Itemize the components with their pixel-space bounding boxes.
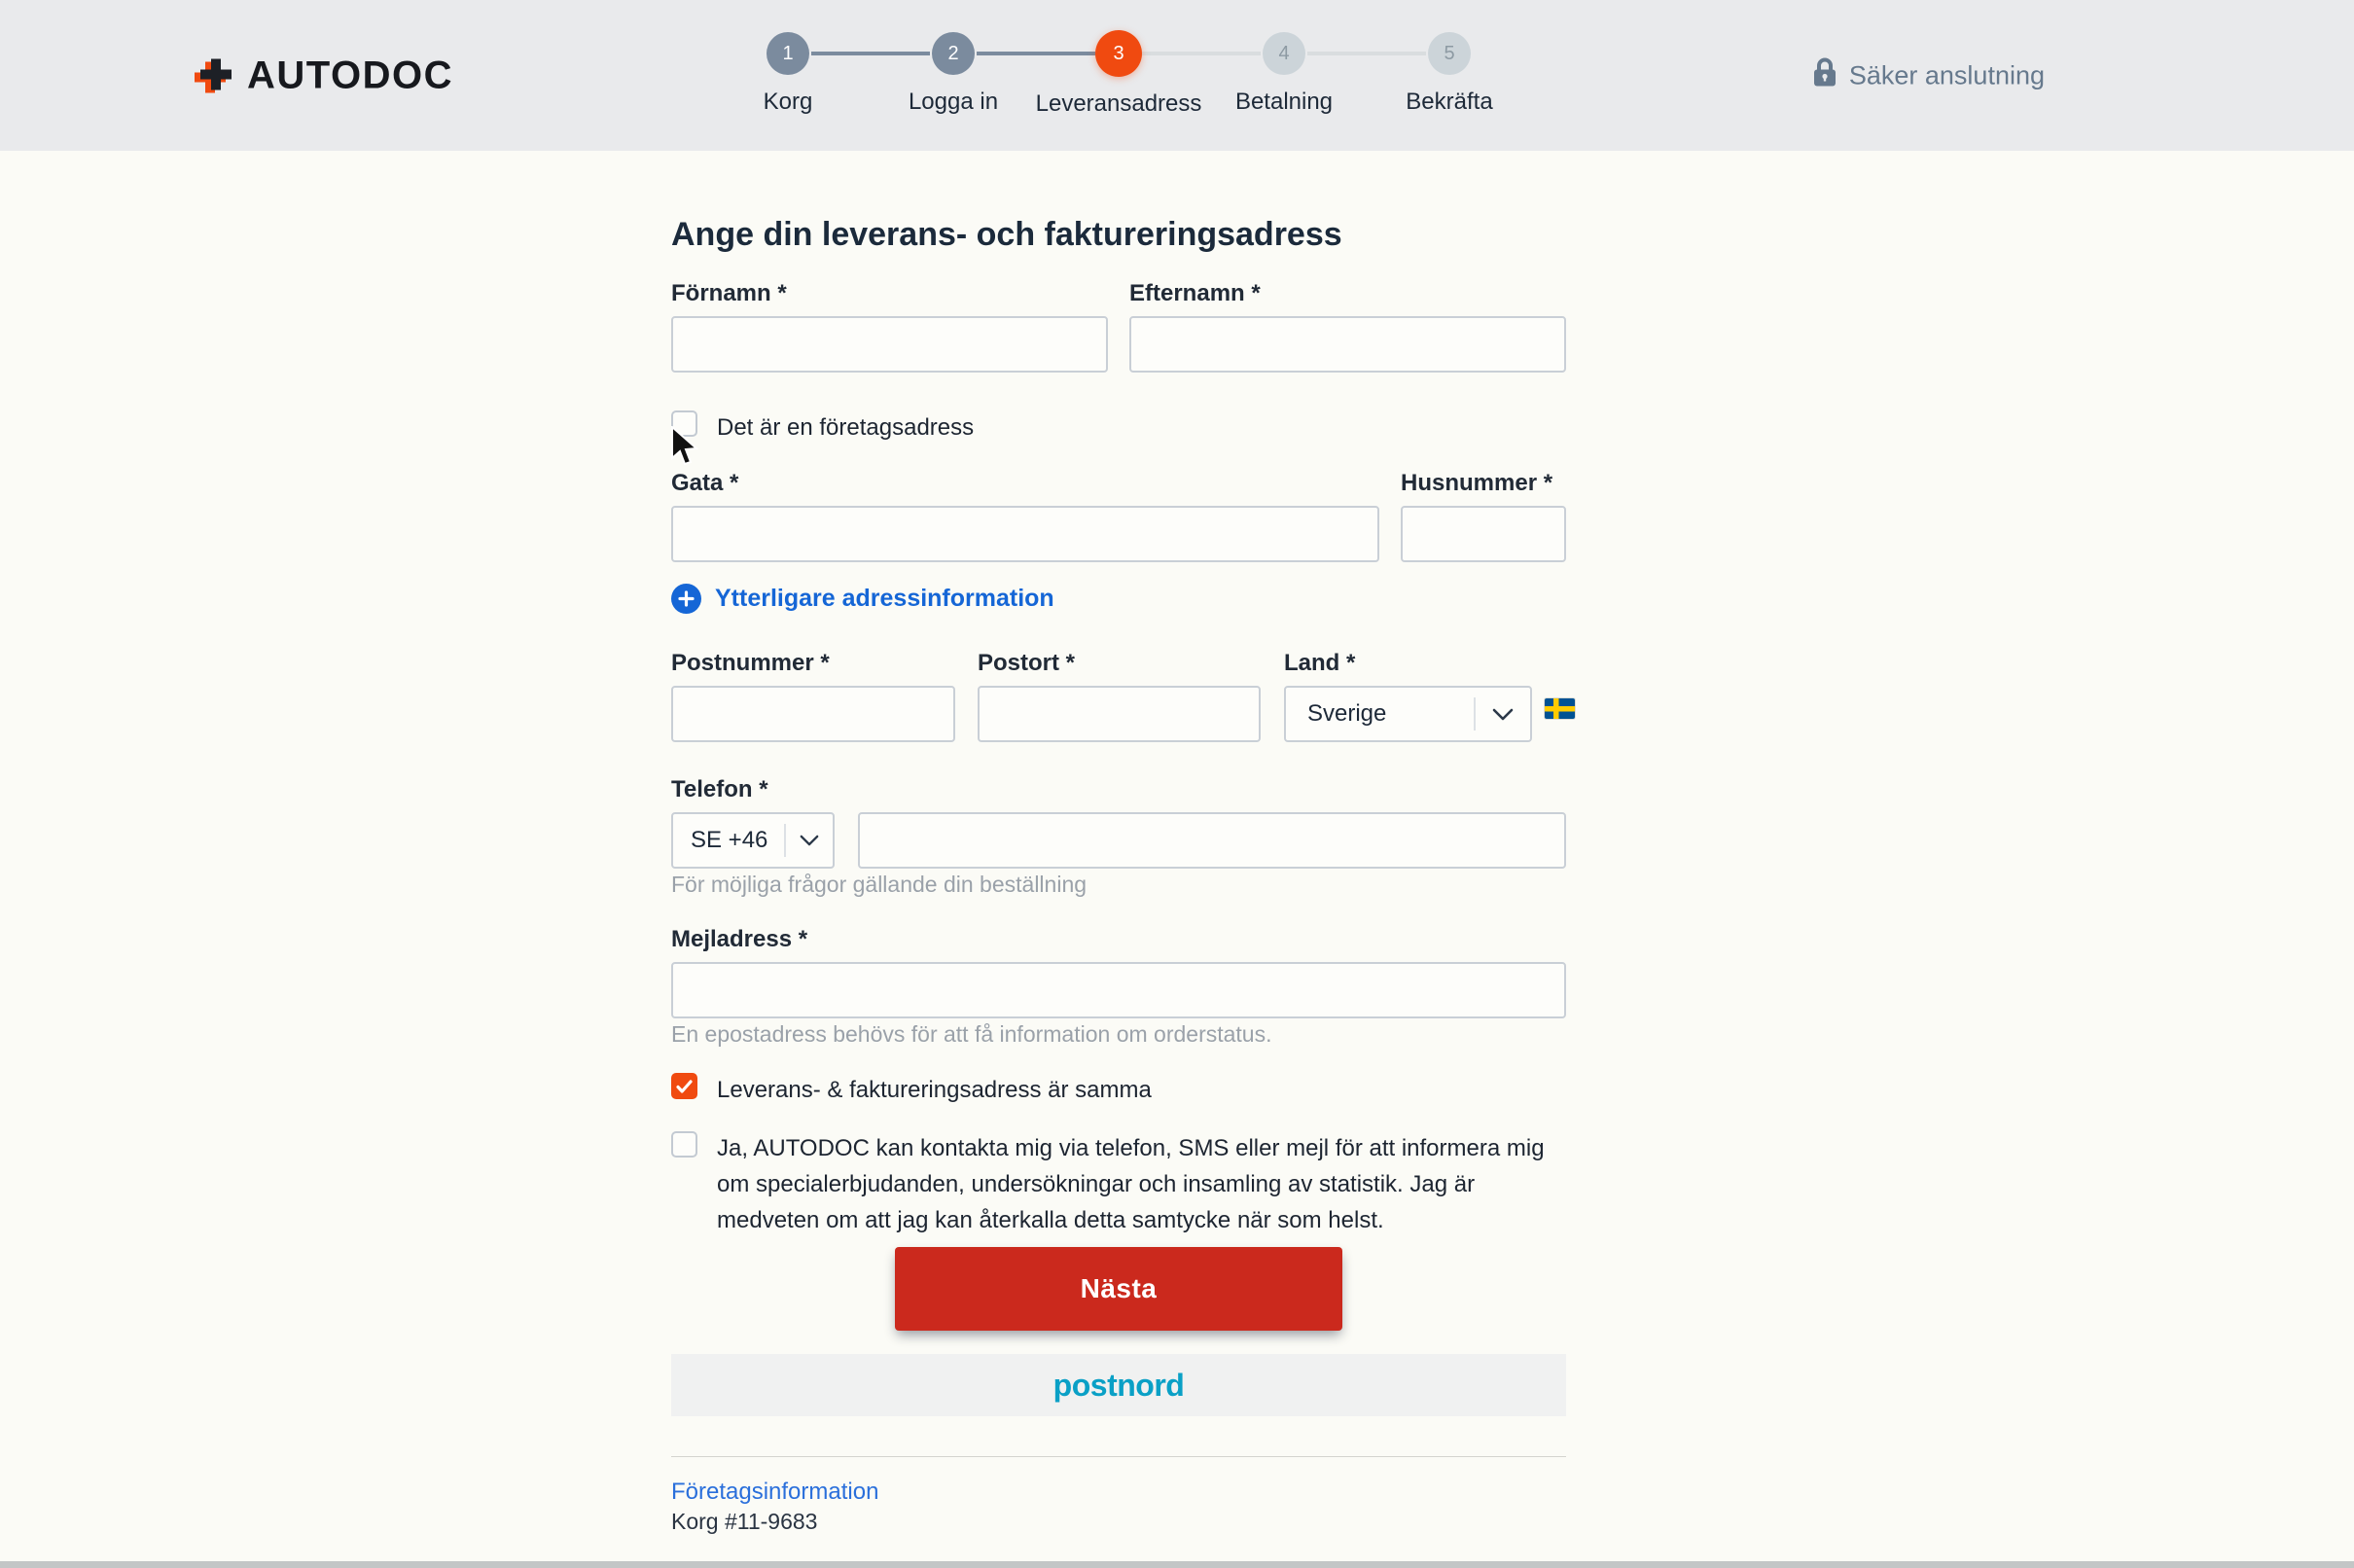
city-label: Postort * <box>978 650 1076 676</box>
carrier-bar: postnord <box>671 1354 1566 1416</box>
email-hint: En epostadress behövs för att få informa… <box>671 1021 1272 1047</box>
email-field: Mejladress * <box>671 926 1566 1018</box>
sweden-flag-icon <box>1545 698 1575 719</box>
autodoc-logo[interactable]: AUTODOC <box>193 53 453 97</box>
footer-divider <box>671 1456 1566 1457</box>
chevron-down-icon <box>1476 708 1530 721</box>
chevron-down-icon <box>786 835 833 846</box>
bottom-edge-strip <box>0 1561 2354 1568</box>
step-bekrafta: 5 Bekräfta <box>1307 32 1532 118</box>
phone-field: Telefon * SE +46 <box>671 776 1566 869</box>
consent-checkbox-row[interactable]: Ja, AUTODOC kan kontakta mig via telefon… <box>671 1130 1566 1238</box>
step-korg[interactable]: 1 Korg <box>705 32 871 118</box>
step-circle: 4 <box>1263 32 1305 75</box>
checkout-stepper: 1 Korg 2 Logga in 3 Leveransadress 4 Bet… <box>705 30 1532 118</box>
step-circle: 1 <box>767 32 809 75</box>
street-input[interactable] <box>671 506 1379 562</box>
page-title: Ange din leverans- och faktureringsadres… <box>671 216 1342 253</box>
city-field: Postort * <box>978 650 1261 742</box>
consent-label: Ja, AUTODOC kan kontakta mig via telefon… <box>717 1135 1545 1233</box>
postcode-label: Postnummer * <box>671 650 830 676</box>
phone-prefix-value: SE +46 <box>691 827 768 853</box>
step-circle: 5 <box>1428 32 1471 75</box>
same-address-label: Leverans- & faktureringsadress är samma <box>717 1077 1152 1103</box>
house-number-label: Husnummer * <box>1401 470 1553 496</box>
step-leveransadress[interactable]: 3 Leveransadress <box>977 30 1201 118</box>
additional-address-info-link[interactable]: Ytterligare adressinformation <box>671 584 1054 614</box>
postnord-logo: postnord <box>1052 1367 1185 1403</box>
step-circle: 2 <box>932 32 975 75</box>
street-field: Gata * <box>671 470 1379 562</box>
lock-icon <box>1812 56 1837 94</box>
country-select[interactable]: Sverige <box>1284 686 1532 742</box>
same-address-checkbox[interactable] <box>671 1073 697 1099</box>
first-name-field: Förnamn * <box>671 280 1108 373</box>
phone-label: Telefon * <box>671 776 768 802</box>
city-input[interactable] <box>978 686 1261 742</box>
autodoc-plus-icon <box>193 56 232 95</box>
company-info-link[interactable]: Företagsinformation <box>671 1479 878 1506</box>
email-input[interactable] <box>671 962 1566 1018</box>
logo-wordmark: AUTODOC <box>247 53 453 96</box>
last-name-field: Efternamn * <box>1129 280 1566 373</box>
phone-hint: För möjliga frågor gällande din beställn… <box>671 872 1088 897</box>
same-address-checkbox-row[interactable]: Leverans- & faktureringsadress är samma <box>671 1072 1152 1108</box>
additional-address-info-label: Ytterligare adressinformation <box>715 585 1054 612</box>
country-selected-value: Sverige <box>1307 700 1387 727</box>
phone-prefix-select[interactable]: SE +46 <box>671 812 835 869</box>
country-label: Land * <box>1284 650 1356 676</box>
step-circle: 3 <box>1095 30 1142 77</box>
secure-connection-label: Säker anslutning <box>1848 60 2045 89</box>
street-label: Gata * <box>671 470 739 496</box>
next-button[interactable]: Nästa <box>895 1247 1342 1331</box>
postcode-field: Postnummer * <box>671 650 955 742</box>
consent-checkbox[interactable] <box>671 1131 697 1158</box>
phone-number-input[interactable] <box>858 812 1566 869</box>
checkout-page: AUTODOC 1 Korg 2 Logga in 3 Leveransadre… <box>0 0 2354 1568</box>
last-name-label: Efternamn * <box>1129 280 1261 306</box>
postcode-input[interactable] <box>671 686 955 742</box>
country-field: Land * Sverige <box>1284 650 1532 742</box>
house-number-field: Husnummer * <box>1401 470 1566 562</box>
last-name-input[interactable] <box>1129 316 1566 373</box>
company-address-checkbox[interactable] <box>671 410 697 437</box>
first-name-input[interactable] <box>671 316 1108 373</box>
company-address-checkbox-row[interactable]: Det är en företagsadress <box>671 410 974 445</box>
cart-reference: Korg #11-9683 <box>671 1509 818 1534</box>
email-label: Mejladress * <box>671 926 808 952</box>
company-address-label: Det är en företagsadress <box>717 414 975 441</box>
step-logga-in[interactable]: 2 Logga in <box>811 32 1036 118</box>
house-number-input[interactable] <box>1401 506 1566 562</box>
header: AUTODOC 1 Korg 2 Logga in 3 Leveransadre… <box>0 0 2354 151</box>
first-name-label: Förnamn * <box>671 280 787 306</box>
secure-connection-badge: Säker anslutning <box>1812 56 2045 94</box>
step-betalning: 4 Betalning <box>1142 32 1367 118</box>
plus-circle-icon <box>671 584 701 614</box>
check-icon <box>676 1079 693 1093</box>
